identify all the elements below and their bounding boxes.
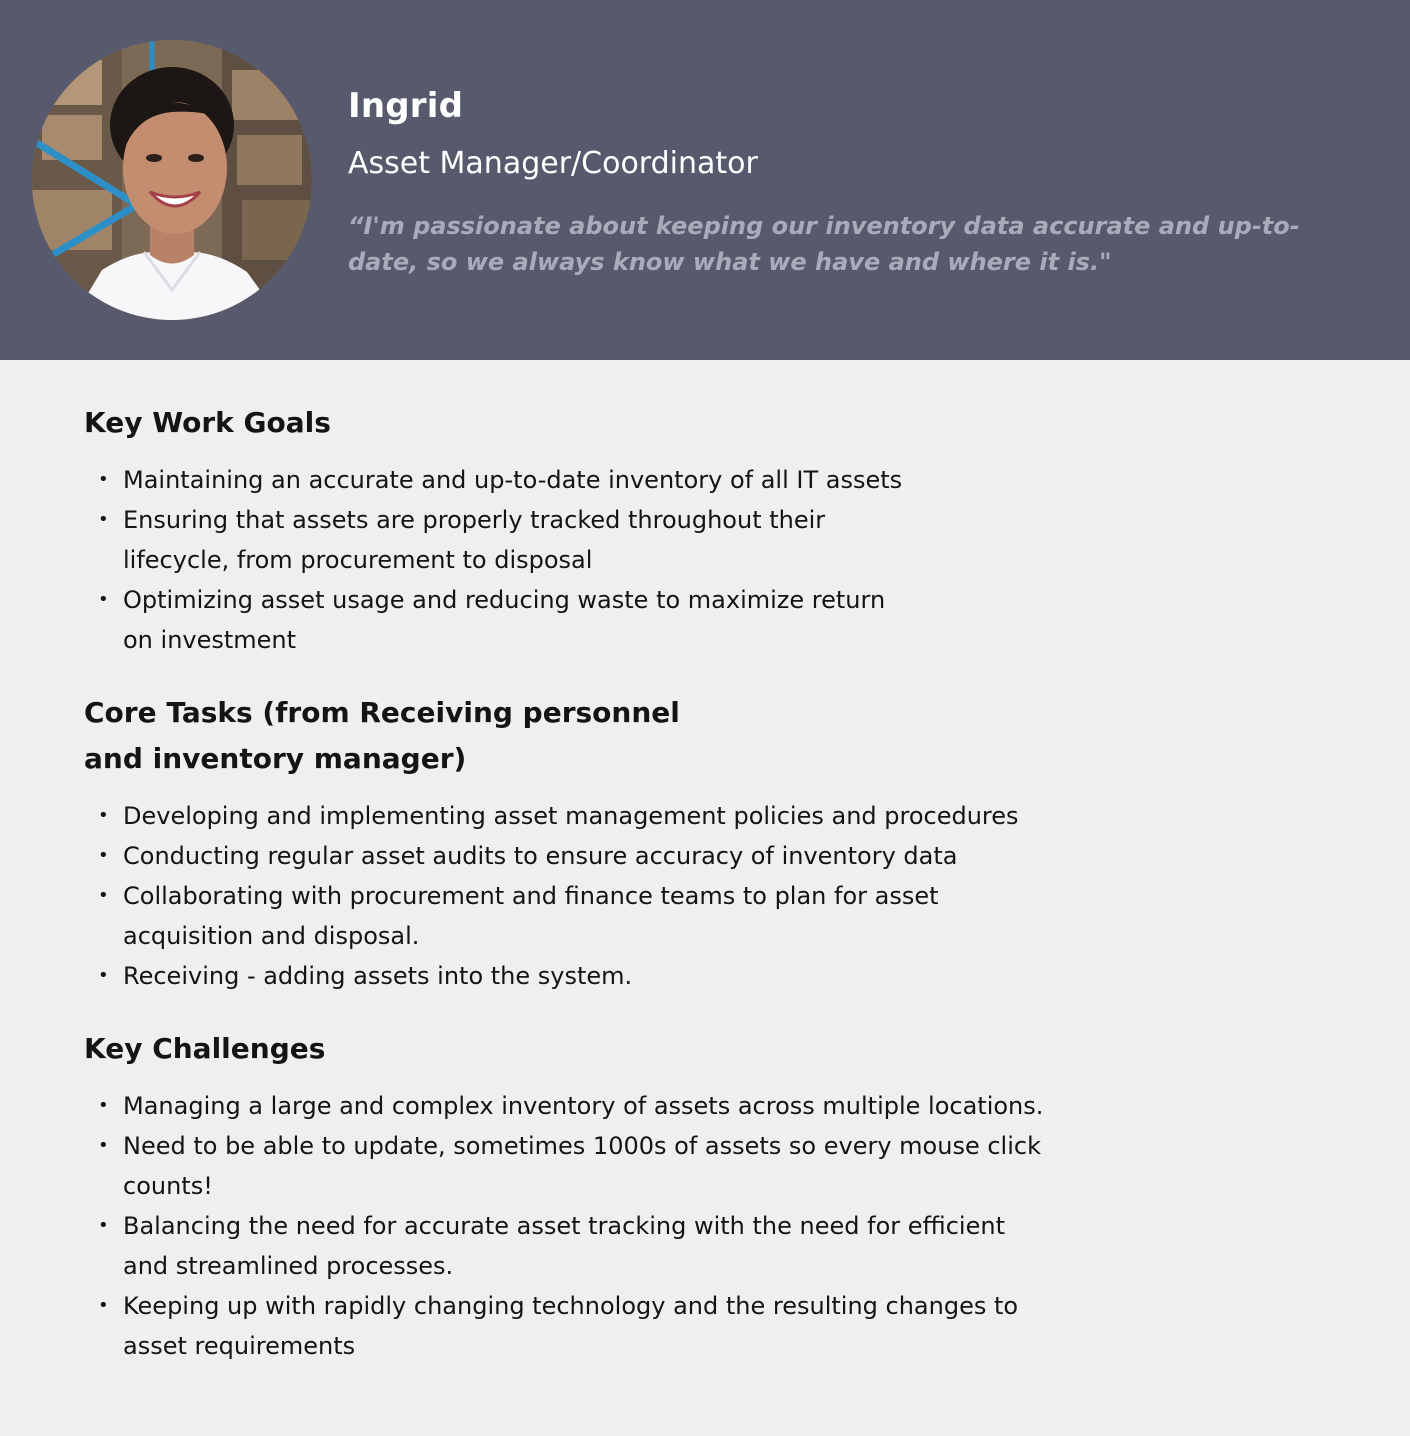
persona-details: Key Work Goals • Maintaining an accurate … (84, 400, 1084, 1396)
section-title-tasks: Core Tasks (from Receiving personnel and… (84, 696, 680, 775)
goals-list: • Maintaining an accurate and up-to-date … (84, 460, 1084, 660)
bullet-icon: • (98, 845, 109, 866)
bullet-icon: • (98, 1135, 109, 1156)
avatar (32, 40, 312, 320)
bullet-icon: • (98, 1095, 109, 1116)
tasks-list: • Developing and implementing asset manag… (84, 796, 1084, 996)
list-item: • Keeping up with rapidly changing techno… (98, 1286, 1048, 1366)
bullet-icon: • (98, 965, 109, 986)
list-item: • Conducting regular asset audits to ensu… (98, 836, 1033, 876)
persona-header: Ingrid Asset Manager/Coordinator “I'm pa… (0, 0, 1410, 360)
persona-name: Ingrid (348, 86, 464, 126)
persona-quote: “I'm passionate about keeping our invent… (348, 212, 1300, 276)
list-item: • Optimizing asset usage and reducing was… (98, 580, 903, 660)
bullet-icon: • (98, 509, 109, 530)
list-item: • Ensuring that assets are properly track… (98, 500, 903, 580)
person-photo-icon (32, 40, 312, 320)
bullet-icon: • (98, 1215, 109, 1236)
section-title-goals: Key Work Goals (84, 406, 331, 439)
list-item: • Developing and implementing asset manag… (98, 796, 1033, 836)
bullet-icon: • (98, 885, 109, 906)
list-item: • Need to be able to update, sometimes 10… (98, 1126, 1048, 1206)
bullet-icon: • (98, 1295, 109, 1316)
list-item: • Collaborating with procurement and fina… (98, 876, 1033, 956)
section-title-challenges: Key Challenges (84, 1032, 326, 1065)
bullet-icon: • (98, 805, 109, 826)
challenges-list: • Managing a large and complex inventory … (84, 1086, 1084, 1366)
bullet-icon: • (98, 469, 109, 490)
list-item: • Managing a large and complex inventory … (98, 1086, 1048, 1126)
persona-role: Asset Manager/Coordinator (348, 146, 758, 181)
list-item: • Receiving - adding assets into the syst… (98, 956, 1033, 996)
list-item: • Maintaining an accurate and up-to-date … (98, 460, 903, 500)
list-item: • Balancing the need for accurate asset t… (98, 1206, 1048, 1286)
bullet-icon: • (98, 589, 109, 610)
